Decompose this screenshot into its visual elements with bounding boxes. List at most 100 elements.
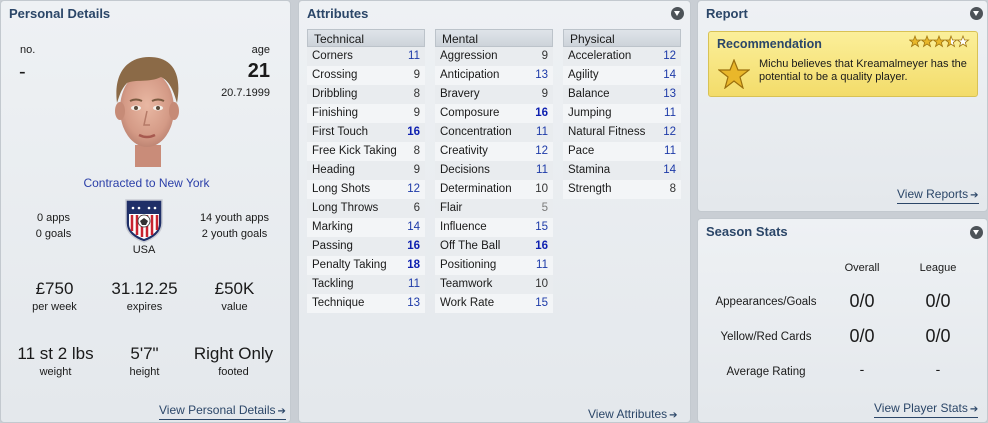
- view-personal-details-link[interactable]: View Personal Details ➔: [159, 403, 286, 420]
- attribute-name: Composure: [440, 107, 500, 119]
- attribute-name: Passing: [312, 240, 353, 252]
- attribute-row[interactable]: Corners 11: [307, 47, 425, 66]
- attribute-name: Pace: [568, 145, 595, 157]
- attribute-row[interactable]: Concentration 11: [435, 123, 553, 142]
- attribute-row[interactable]: Crossing 9: [307, 66, 425, 85]
- attribute-row[interactable]: Creativity 12: [435, 142, 553, 161]
- stat-overall-value: -: [859, 361, 865, 377]
- view-reports-link[interactable]: View Reports ➔: [897, 187, 979, 204]
- attribute-value: 11: [408, 278, 420, 290]
- arrow-right-icon: ➔: [969, 404, 979, 415]
- attribute-value: 9: [413, 69, 420, 81]
- attribute-value: 12: [663, 126, 676, 138]
- technical-header: Technical: [307, 29, 425, 47]
- apps-count: 0 apps: [36, 212, 71, 224]
- attribute-name: Technique: [312, 297, 365, 309]
- contract-expiry-value: 31.12.25: [111, 279, 178, 298]
- attribute-value: 16: [535, 240, 548, 252]
- contract-link[interactable]: Contracted to New York: [1, 176, 292, 190]
- attribute-value: 15: [535, 297, 548, 309]
- collapse-report-icon[interactable]: [970, 7, 983, 20]
- attribute-row[interactable]: Penalty Taking 18: [307, 256, 425, 275]
- attribute-value: 8: [413, 88, 420, 100]
- attribute-row[interactable]: Technique 13: [307, 294, 425, 313]
- attribute-value: 8: [669, 183, 676, 195]
- technical-column: Technical Corners 11 Crossing 9 Dribbling 8 Fi…: [307, 29, 425, 313]
- attribute-row[interactable]: Heading 9: [307, 161, 425, 180]
- attribute-row[interactable]: Determination 10: [435, 180, 553, 199]
- panel-title: Personal Details: [9, 6, 111, 21]
- collapse-attributes-icon[interactable]: [671, 7, 684, 20]
- attribute-value: 13: [535, 69, 548, 81]
- star-icon: [717, 58, 751, 92]
- attribute-row[interactable]: Marking 14: [307, 218, 425, 237]
- attribute-row[interactable]: Tackling 11: [307, 275, 425, 294]
- attribute-name: Positioning: [440, 259, 497, 271]
- attribute-row[interactable]: First Touch 16: [307, 123, 425, 142]
- attribute-row[interactable]: Positioning 11: [435, 256, 553, 275]
- attribute-row[interactable]: Jumping 11: [563, 104, 681, 123]
- attribute-value: 6: [413, 202, 420, 214]
- attribute-value: 11: [664, 145, 676, 157]
- attribute-name: Penalty Taking: [312, 259, 387, 271]
- view-attributes-link[interactable]: View Attributes ➔: [588, 407, 678, 423]
- recommendation-box: Recommendation Michu believes that Kream…: [708, 31, 978, 97]
- attribute-name: Balance: [568, 88, 610, 100]
- attribute-row[interactable]: Flair 5: [435, 199, 553, 218]
- attribute-row[interactable]: Stamina 14: [563, 161, 681, 180]
- attribute-row[interactable]: Aggression 9: [435, 47, 553, 66]
- attribute-row[interactable]: Finishing 9: [307, 104, 425, 123]
- arrow-right-icon: ➔: [970, 190, 979, 201]
- attribute-name: Tackling: [312, 278, 354, 290]
- view-player-stats-link[interactable]: View Player Stats ➔: [874, 401, 979, 418]
- attribute-row[interactable]: Work Rate 15: [435, 294, 553, 313]
- attribute-row[interactable]: Acceleration 12: [563, 47, 681, 66]
- attribute-value: 11: [664, 107, 676, 119]
- stat-overall-value: 0/0: [849, 326, 875, 346]
- attribute-row[interactable]: Composure 16: [435, 104, 553, 123]
- attribute-value: 11: [536, 164, 548, 176]
- attribute-name: First Touch: [312, 126, 369, 138]
- attribute-row[interactable]: Pace 11: [563, 142, 681, 161]
- attribute-value: 11: [536, 259, 548, 271]
- attribute-value: 15: [535, 221, 548, 233]
- attribute-row[interactable]: Free Kick Taking 8: [307, 142, 425, 161]
- attribute-name: Creativity: [440, 145, 488, 157]
- attribute-row[interactable]: Passing 16: [307, 237, 425, 256]
- stat-league-value: 0/0: [925, 291, 951, 311]
- attribute-value: 13: [407, 297, 420, 309]
- recommendation-title: Recommendation: [717, 37, 822, 51]
- attribute-name: Heading: [312, 164, 355, 176]
- attribute-row[interactable]: Long Shots 12: [307, 180, 425, 199]
- attribute-row[interactable]: Balance 13: [563, 85, 681, 104]
- attribute-value: 12: [407, 183, 420, 195]
- collapse-season-stats-icon[interactable]: [970, 226, 983, 239]
- attribute-row[interactable]: Long Throws 6: [307, 199, 425, 218]
- attribute-value: 12: [663, 50, 676, 62]
- mental-list: Aggression 9 Anticipation 13 Bravery 9 Composu…: [435, 47, 553, 313]
- attribute-name: Jumping: [568, 107, 612, 119]
- attribute-row[interactable]: Anticipation 13: [435, 66, 553, 85]
- attribute-row[interactable]: Strength 8: [563, 180, 681, 199]
- attribute-name: Influence: [440, 221, 487, 233]
- attribute-row[interactable]: Dribbling 8: [307, 85, 425, 104]
- attributes-panel: Attributes Technical Corners 11 Crossing 9 D…: [298, 0, 691, 423]
- attribute-name: Corners: [312, 50, 353, 62]
- attribute-row[interactable]: Natural Fitness 12: [563, 123, 681, 142]
- attribute-row[interactable]: Off The Ball 16: [435, 237, 553, 256]
- attribute-name: Determination: [440, 183, 512, 195]
- view-attributes-label: View Attributes: [588, 407, 668, 421]
- attribute-name: Agility: [568, 69, 599, 81]
- attribute-row[interactable]: Decisions 11: [435, 161, 553, 180]
- attribute-name: Stamina: [568, 164, 611, 176]
- season-stats-panel: Season Stats Overall League Appearances/…: [697, 218, 988, 423]
- attribute-row[interactable]: Agility 14: [563, 66, 681, 85]
- attribute-row[interactable]: Bravery 9: [435, 85, 553, 104]
- arrow-right-icon: ➔: [277, 406, 286, 417]
- weight-label: weight: [39, 366, 72, 378]
- physical-column: Physical Acceleration 12 Agility 14 Balance 1…: [563, 29, 681, 199]
- star-rating: [908, 34, 971, 52]
- attribute-row[interactable]: Influence 15: [435, 218, 553, 237]
- attribute-row[interactable]: Teamwork 10: [435, 275, 553, 294]
- attribute-name: Natural Fitness: [568, 126, 646, 138]
